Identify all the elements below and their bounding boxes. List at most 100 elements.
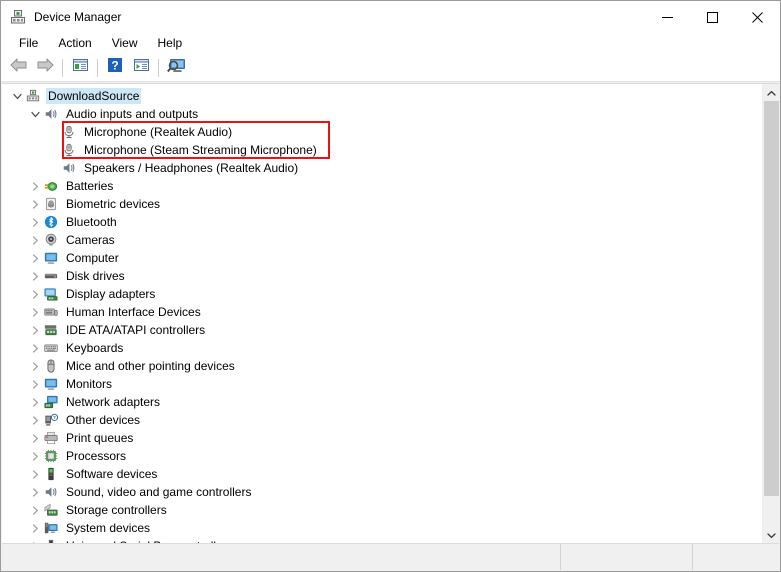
disk-drive-icon <box>43 268 59 284</box>
menu-help[interactable]: Help <box>148 34 193 53</box>
tree-node-label: Monitors <box>66 377 113 391</box>
chevron-right-icon[interactable] <box>27 267 43 285</box>
tree-node-root[interactable]: DownloadSource <box>2 87 762 105</box>
tree-node-sound-video-and-game-controllers[interactable]: Sound, video and game controllers <box>2 483 762 501</box>
chevron-right-icon[interactable] <box>27 177 43 195</box>
tree-node-monitors[interactable]: Monitors <box>2 375 762 393</box>
software-device-icon <box>43 466 59 482</box>
chevron-right-icon[interactable] <box>27 249 43 267</box>
scrollbar-thumb[interactable] <box>764 101 779 497</box>
tree-node-speakers-headphones-realtek-audio[interactable]: Speakers / Headphones (Realtek Audio) <box>2 159 762 177</box>
update-driver-button[interactable] <box>128 56 154 80</box>
tree-node-human-interface-devices[interactable]: Human Interface Devices <box>2 303 762 321</box>
tree-node-network-adapters[interactable]: Network adapters <box>2 393 762 411</box>
tree-node-label: DownloadSource <box>46 88 142 104</box>
scan-hardware-changes-button[interactable] <box>163 56 189 80</box>
processor-icon <box>43 448 59 464</box>
tree-node-print-queues[interactable]: Print queues <box>2 429 762 447</box>
vertical-scrollbar[interactable] <box>762 84 779 543</box>
status-pane-tertiary <box>693 544 779 570</box>
tree-node-label: IDE ATA/ATAPI controllers <box>66 323 206 337</box>
chevron-right-icon[interactable] <box>27 213 43 231</box>
printer-icon <box>43 430 59 446</box>
chevron-down-icon[interactable] <box>9 87 25 105</box>
chevron-right-icon[interactable] <box>27 393 43 411</box>
tree-node-label: Storage controllers <box>66 503 167 517</box>
chevron-right-icon[interactable] <box>27 231 43 249</box>
tree-node-batteries[interactable]: Batteries <box>2 177 762 195</box>
status-pane-main <box>2 544 561 570</box>
status-bar <box>2 543 779 570</box>
chevron-right-icon[interactable] <box>27 411 43 429</box>
menu-view[interactable]: View <box>102 34 148 53</box>
question-mark-icon: ? <box>107 57 123 78</box>
tree-node-label: Network adapters <box>66 395 161 409</box>
chevron-right-icon[interactable] <box>27 195 43 213</box>
menu-file[interactable]: File <box>9 34 48 53</box>
tree-node-label: Processors <box>66 449 127 463</box>
svg-text:?: ? <box>111 59 118 73</box>
scroll-up-button[interactable] <box>763 84 779 101</box>
battery-icon <box>43 178 59 194</box>
device-manager-window: Device Manager File Action View Help ? D… <box>0 0 781 572</box>
tree-node-microphone-steam-streaming-microphone[interactable]: Microphone (Steam Streaming Microphone) <box>2 141 762 159</box>
tree-node-label: Biometric devices <box>66 197 161 211</box>
tree-node-disk-drives[interactable]: Disk drives <box>2 267 762 285</box>
storage-controller-icon <box>43 502 59 518</box>
tree-node-ide-ata-atapi-controllers[interactable]: IDE ATA/ATAPI controllers <box>2 321 762 339</box>
help-button[interactable]: ? <box>102 56 128 80</box>
tree-node-processors[interactable]: Processors <box>2 447 762 465</box>
tree-node-label: Bluetooth <box>66 215 117 229</box>
scroll-down-button[interactable] <box>763 526 779 543</box>
tree-node-label: Human Interface Devices <box>66 305 201 319</box>
tree-node-bluetooth[interactable]: Bluetooth <box>2 213 762 231</box>
tree-node-biometric-devices[interactable]: Biometric devices <box>2 195 762 213</box>
tree-node-keyboards[interactable]: Keyboards <box>2 339 762 357</box>
toolbar: ? <box>1 54 780 82</box>
chevron-down-icon <box>766 526 776 544</box>
chevron-right-icon[interactable] <box>27 465 43 483</box>
tree-node-computer[interactable]: Computer <box>2 249 762 267</box>
chevron-right-icon[interactable] <box>27 285 43 303</box>
chevron-right-icon[interactable] <box>27 447 43 465</box>
back-button[interactable] <box>6 56 32 80</box>
tree-node-other-devices[interactable]: ? Other devices <box>2 411 762 429</box>
close-button[interactable] <box>735 1 780 33</box>
tree-node-cameras[interactable]: Cameras <box>2 231 762 249</box>
chevron-right-icon[interactable] <box>27 483 43 501</box>
maximize-button[interactable] <box>690 1 735 33</box>
chevron-right-icon[interactable] <box>27 375 43 393</box>
chevron-right-icon[interactable] <box>27 519 43 537</box>
minimize-button[interactable] <box>645 1 690 33</box>
chevron-right-icon[interactable] <box>27 339 43 357</box>
chevron-right-icon[interactable] <box>27 501 43 519</box>
ide-controller-icon <box>43 322 59 338</box>
tree-node-software-devices[interactable]: Software devices <box>2 465 762 483</box>
tree-node-microphone-realtek-audio[interactable]: Microphone (Realtek Audio) <box>2 123 762 141</box>
system-device-icon <box>43 520 59 536</box>
speaker-icon <box>43 106 59 122</box>
tree-node-audio-inputs-and-outputs[interactable]: Audio inputs and outputs <box>2 105 762 123</box>
tree-node-label: Speakers / Headphones (Realtek Audio) <box>84 161 299 175</box>
back-arrow-icon <box>10 57 28 78</box>
window-title: Device Manager <box>34 10 122 24</box>
tree-node-storage-controllers[interactable]: Storage controllers <box>2 501 762 519</box>
tree-node-label: Computer <box>66 251 119 265</box>
toolbar-separator-1 <box>62 58 63 77</box>
tree-node-system-devices[interactable]: System devices <box>2 519 762 537</box>
chevron-down-icon[interactable] <box>27 105 43 123</box>
tree-node-display-adapters[interactable]: Display adapters <box>2 285 762 303</box>
tree-node-mice-and-other-pointing-devices[interactable]: Mice and other pointing devices <box>2 357 762 375</box>
chevron-right-icon[interactable] <box>27 429 43 447</box>
forward-button[interactable] <box>32 56 58 80</box>
scrollbar-track[interactable] <box>763 101 779 526</box>
properties-button[interactable] <box>67 56 93 80</box>
chevron-right-icon[interactable] <box>27 321 43 339</box>
tree-node-label: Sound, video and game controllers <box>66 485 252 499</box>
chevron-right-icon[interactable] <box>27 357 43 375</box>
device-tree-pane: DownloadSource Audio inputs and outputs <box>2 83 779 543</box>
status-pane-secondary <box>561 544 693 570</box>
menu-action[interactable]: Action <box>48 34 101 53</box>
chevron-right-icon[interactable] <box>27 303 43 321</box>
unknown-device-icon: ? <box>43 412 59 428</box>
